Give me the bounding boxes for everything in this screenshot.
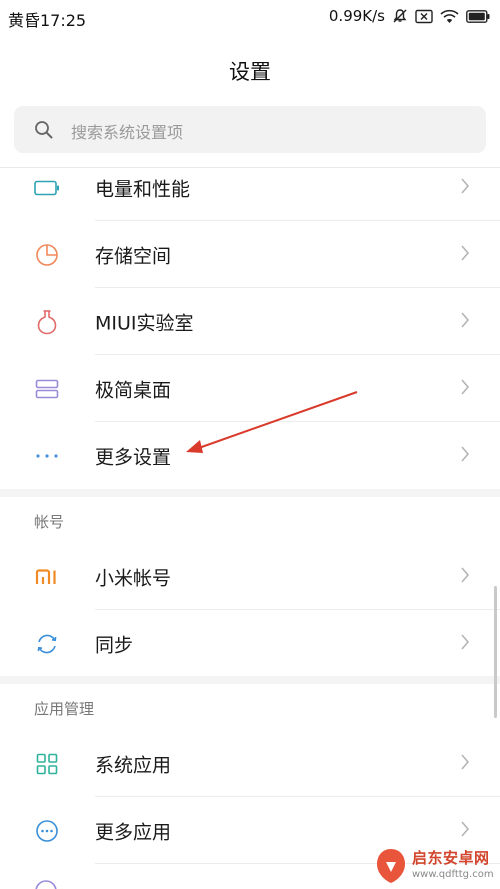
section-header-label: 帐号 (34, 513, 65, 531)
mi-logo-icon (34, 564, 60, 590)
chevron-right-icon (460, 633, 470, 655)
chevron-right-icon (460, 566, 470, 588)
section-header-label: 应用管理 (34, 700, 95, 718)
settings-item-storage[interactable]: 存储空间 (0, 221, 500, 288)
settings-item-sync[interactable]: 同步 (0, 610, 500, 677)
watermark-name: 启东安卓网 (412, 849, 490, 867)
sync-icon (34, 631, 60, 657)
wifi-icon (440, 9, 459, 24)
settings-item-battery-performance[interactable]: 电量和性能 (0, 154, 500, 221)
chevron-right-icon (460, 177, 470, 199)
battery-icon (466, 9, 490, 23)
layout-icon (34, 376, 60, 402)
pie-chart-icon (34, 242, 60, 268)
chevron-right-icon (460, 753, 470, 775)
settings-item-label: 极简桌面 (95, 379, 172, 401)
section-header-app-management: 应用管理 (0, 684, 500, 730)
flask-icon (34, 309, 60, 335)
chevron-right-icon (460, 445, 470, 467)
settings-item-label: 小米帐号 (95, 567, 172, 589)
page-title: 设置 (229, 60, 271, 84)
more-dots-icon (34, 443, 60, 469)
watermark: 启东安卓网 www.qdfttg.com (370, 843, 500, 889)
search-placeholder: 搜索系统设置项 (71, 123, 184, 142)
network-speed: 0.99K/s (328, 7, 385, 25)
battery-outline-icon (34, 175, 60, 201)
section-gap (0, 676, 500, 684)
settings-group-account: 小米帐号 同步 (0, 543, 500, 677)
settings-item-label: 电量和性能 (95, 178, 191, 200)
watermark-url: www.qdfttg.com (412, 869, 494, 880)
scrollbar[interactable] (494, 586, 497, 718)
settings-item-miui-lab[interactable]: MIUI实验室 (0, 288, 500, 355)
settings-item-simple-home[interactable]: 极简桌面 (0, 355, 500, 422)
settings-item-more-settings[interactable]: 更多设置 (0, 422, 500, 489)
more-circle-icon (34, 818, 60, 844)
settings-item-system-apps[interactable]: 系统应用 (0, 730, 500, 797)
section-header-account: 帐号 (0, 497, 500, 543)
status-indicators: 0.99K/s (329, 7, 490, 25)
settings-item-label: 同步 (95, 634, 134, 656)
chevron-right-icon (460, 311, 470, 333)
section-gap (0, 489, 500, 497)
status-bar: 黄昏17:25 0.99K/s (0, 0, 500, 34)
sim-icon (415, 9, 433, 24)
partial-row-icon (34, 879, 60, 889)
watermark-logo-icon (374, 847, 408, 889)
status-time: 黄昏17:25 (8, 11, 87, 30)
chevron-right-icon (460, 820, 470, 842)
settings-item-label: 存储空间 (95, 245, 172, 267)
chevron-right-icon (460, 244, 470, 266)
search-input[interactable]: 搜索系统设置项 (14, 106, 486, 153)
grid-icon (34, 751, 60, 777)
settings-item-label: 更多应用 (95, 821, 172, 843)
settings-item-mi-account[interactable]: 小米帐号 (0, 543, 500, 610)
chevron-right-icon (460, 378, 470, 400)
mute-icon (392, 8, 408, 24)
search-icon (34, 120, 53, 143)
settings-group-main: 电量和性能 存储空间 MIUI实验室 极简桌面 更多设置 (0, 154, 500, 489)
settings-item-label: 更多设置 (95, 446, 172, 468)
settings-item-label: MIUI实验室 (95, 312, 194, 334)
settings-item-label: 系统应用 (95, 754, 172, 776)
